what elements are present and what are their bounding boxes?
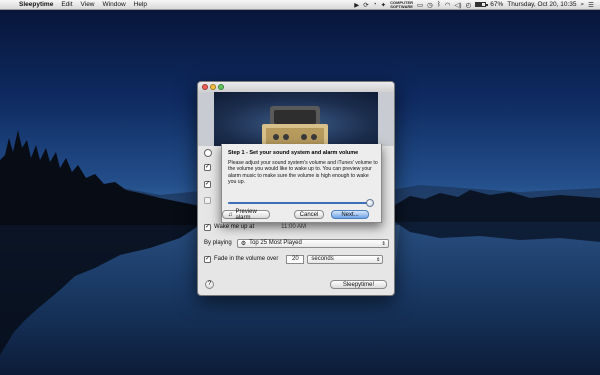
- timemachine-icon[interactable]: ◷: [427, 1, 433, 9]
- peek-checkbox-1[interactable]: ✓: [204, 163, 211, 171]
- spotlight-icon[interactable]: ⌕: [581, 1, 585, 9]
- menubar-datetime[interactable]: Thursday, Oct 20, 10:35: [507, 1, 576, 8]
- peek-checkbox-2[interactable]: ✓: [204, 180, 211, 188]
- sleepytime-button[interactable]: Sleepytime!: [330, 280, 387, 289]
- help-button[interactable]: ?: [205, 280, 214, 289]
- fade-unit-value: seconds: [311, 256, 334, 262]
- play-label: By playing: [204, 240, 232, 246]
- close-button[interactable]: [202, 84, 208, 90]
- preview-alarm-label: Preview alarm: [235, 208, 257, 221]
- menu-bar: Sleepytime Edit View Window Help ▶ ⟳ ◔ ✦…: [0, 0, 600, 10]
- status-menus: ▶ ⟳ ◔ ✦ COMPUTER SOFTWARE ▭ ◷ ᛒ ◠ ◁) ◴ 6…: [354, 0, 600, 9]
- sheet-heading: Step 1 - Set your sound system and alarm…: [228, 150, 359, 156]
- menu-view[interactable]: View: [77, 1, 99, 8]
- volume-slider[interactable]: [228, 199, 377, 207]
- battery-percent: 67%: [490, 1, 504, 8]
- fade-duration-field[interactable]: 20: [286, 254, 305, 264]
- preview-alarm-button[interactable]: ♫ Preview alarm: [222, 208, 270, 221]
- peek-checkbox-row-2: ✓: [204, 179, 211, 189]
- playlist-popup[interactable]: ⚙ Top 25 Most Played ⇕: [236, 238, 389, 248]
- menu-edit[interactable]: Edit: [57, 1, 76, 8]
- hero-banner: [198, 92, 394, 146]
- menu-row-peek: [204, 148, 212, 158]
- wake-label: Wake me up at: [214, 224, 255, 230]
- menu-window[interactable]: Window: [99, 1, 130, 8]
- speedometer-icon[interactable]: ◔: [373, 1, 377, 8]
- music-note-icon: ♫: [228, 211, 233, 218]
- minimize-button[interactable]: [210, 84, 216, 90]
- notification-list-icon[interactable]: ☰: [588, 1, 594, 9]
- fade-duration-value: 20: [292, 256, 299, 262]
- setup-sheet: Step 1 - Set your sound system and alarm…: [221, 144, 382, 223]
- playlist-value: Top 25 Most Played: [249, 240, 302, 246]
- window-titlebar[interactable]: [198, 82, 394, 92]
- peek-checkbox-row-3: [204, 195, 211, 205]
- menu-app-name[interactable]: Sleepytime: [15, 1, 57, 8]
- wake-checkbox[interactable]: ✓: [204, 223, 211, 231]
- next-button[interactable]: Next...: [331, 210, 369, 219]
- popup-arrows-icon: ⇕: [381, 240, 386, 247]
- popup-arrows-icon: ⇕: [376, 256, 381, 263]
- zoom-button[interactable]: [218, 84, 224, 90]
- play-icon[interactable]: ▶: [354, 1, 359, 9]
- peek-checkbox-row-1: ✓: [204, 162, 211, 172]
- sync-icon[interactable]: ⟳: [363, 1, 368, 9]
- sheet-button-row: ♫ Preview alarm Cancel Next...: [222, 208, 381, 221]
- fade-row: ✓ Fade in the volume over 20 seconds ⇕: [204, 254, 384, 264]
- wifi-icon[interactable]: ◠: [445, 1, 451, 9]
- battery-icon[interactable]: [475, 2, 489, 7]
- fade-checkbox[interactable]: ✓: [204, 255, 211, 263]
- status-app-label[interactable]: COMPUTER SOFTWARE: [390, 0, 413, 9]
- playlist-gear-icon: ⚙: [240, 240, 247, 247]
- speaker-device-icon: [262, 106, 328, 146]
- play-row: By playing ⚙ Top 25 Most Played ⇕: [204, 238, 389, 248]
- status-app-label-line2: SOFTWARE: [390, 3, 413, 9]
- volume-slider-knob[interactable]: [366, 199, 375, 207]
- menu-help[interactable]: Help: [130, 1, 151, 8]
- fade-label: Fade in the volume over: [214, 256, 279, 262]
- bluetooth-icon[interactable]: ᛒ: [437, 1, 441, 8]
- volume-slider-fill: [228, 202, 371, 204]
- wake-time[interactable]: 11:00 AM: [281, 224, 306, 230]
- dropbox-icon[interactable]: ✦: [381, 1, 386, 9]
- sheet-body-text: Please adjust your sound system's volume…: [228, 160, 378, 186]
- battery-fill: [476, 3, 483, 6]
- peek-checkbox-3[interactable]: [204, 196, 211, 204]
- clock-icon[interactable]: ◴: [466, 1, 472, 9]
- cancel-button[interactable]: Cancel: [294, 210, 324, 219]
- row-peek-icon[interactable]: [204, 149, 212, 157]
- fade-unit-popup[interactable]: seconds ⇕: [307, 254, 384, 264]
- volume-icon[interactable]: ◁): [454, 1, 461, 9]
- wake-row: ✓ Wake me up at 11:00 AM: [204, 222, 306, 232]
- screen-icon[interactable]: ▭: [417, 1, 423, 9]
